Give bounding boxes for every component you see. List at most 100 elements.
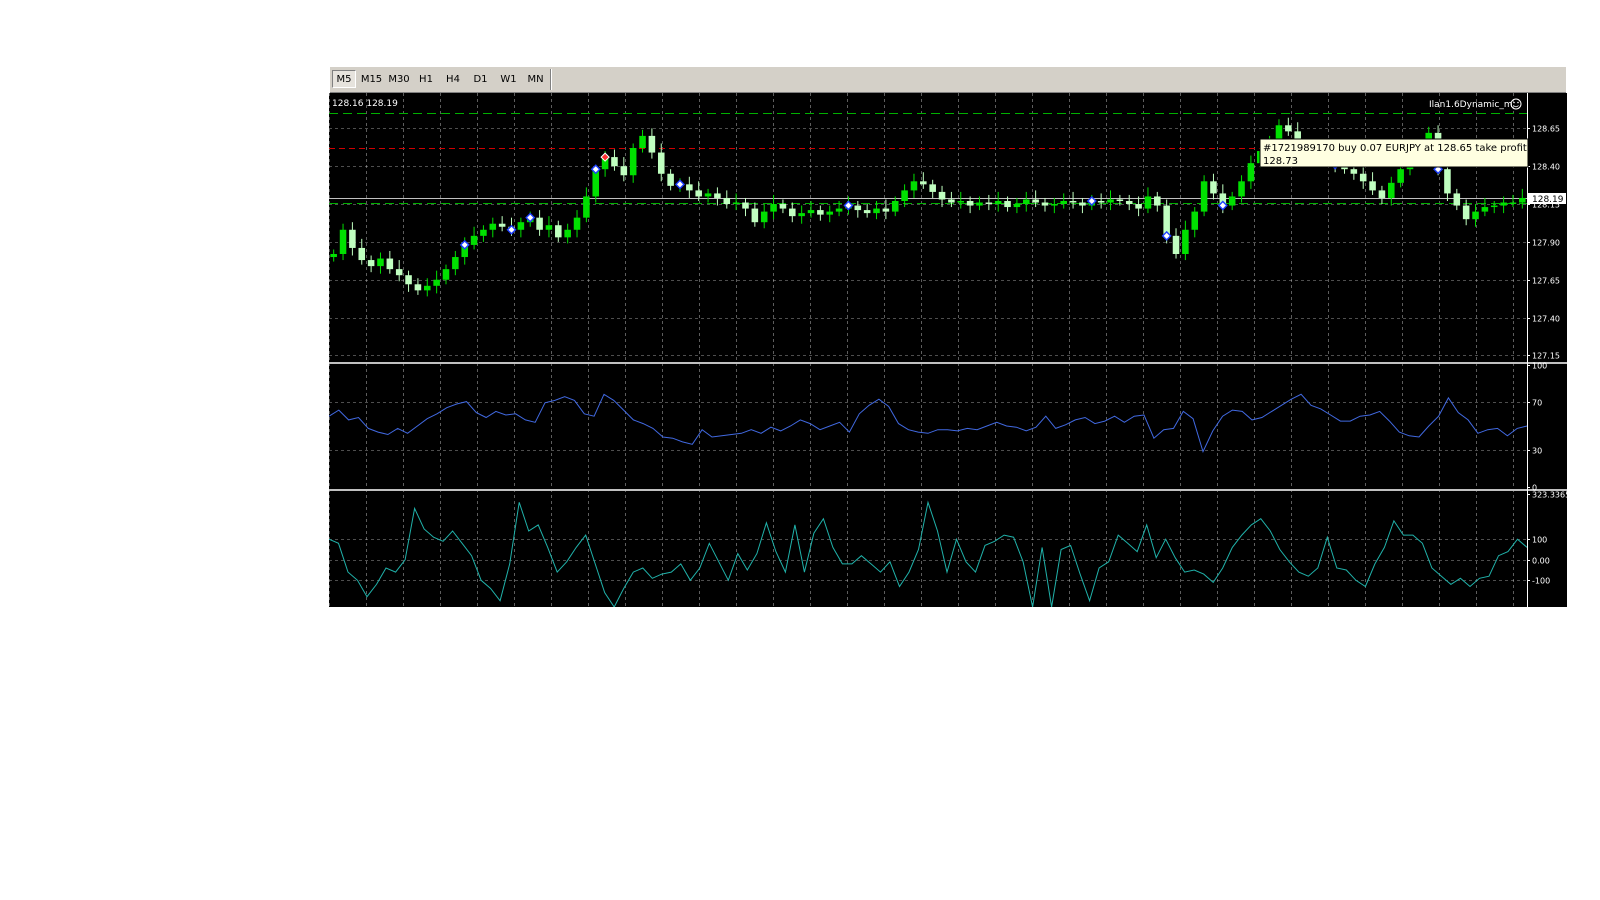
candle-body	[1107, 199, 1114, 203]
panel-separator	[329, 362, 1567, 364]
candle-body	[929, 184, 936, 192]
candle-body	[1069, 201, 1077, 203]
candle-body	[545, 225, 553, 230]
candle-body	[377, 258, 384, 267]
candle-body	[826, 211, 834, 215]
timeframe-toolbar: M5 M15 M30 H1 H4 D1 W1 MN	[330, 66, 1566, 93]
candle-body	[648, 135, 656, 153]
candle-body	[966, 201, 974, 206]
candle-body	[686, 184, 693, 191]
trade-arrow-icon	[674, 179, 685, 190]
candle-body	[564, 229, 571, 238]
rsi-tick-label: 30	[1532, 447, 1542, 456]
candle-body	[779, 204, 787, 209]
candle-body	[957, 201, 965, 203]
expert-name-label: Ilan1.6Dynamic_m	[1429, 100, 1513, 110]
candle-body	[938, 191, 946, 200]
trade-tooltip: #1721989170 buy 0.07 EURJPY at 128.65 ta…	[1259, 138, 1578, 168]
candle-body	[732, 202, 740, 205]
candle-body	[330, 254, 337, 258]
candle-body	[414, 284, 422, 291]
candle-body	[976, 202, 983, 206]
candle-body	[1462, 205, 1470, 220]
candle-body	[1022, 199, 1030, 205]
candle-body	[751, 208, 759, 223]
candle-body	[1079, 202, 1086, 206]
candle-body	[1509, 202, 1517, 205]
tf-button-m5[interactable]: M5	[332, 70, 356, 88]
candle-body	[583, 196, 590, 218]
candle-body	[994, 201, 1002, 205]
tf-button-m30[interactable]: M30	[386, 70, 412, 88]
candle-body	[339, 229, 347, 254]
price-tick-label: 127.90	[1532, 239, 1560, 248]
candle-body	[1191, 211, 1199, 230]
candle-body	[948, 199, 955, 203]
candle-body	[1051, 204, 1058, 206]
candle-body	[358, 247, 366, 261]
candle-body	[536, 217, 543, 230]
candle-body	[1481, 207, 1489, 212]
tf-button-m15[interactable]: M15	[359, 70, 384, 88]
chart-canvas[interactable]: 128.65128.40128.15127.90127.65127.40127.…	[328, 93, 1578, 608]
candle-body	[1378, 190, 1386, 198]
candle-body	[920, 181, 927, 185]
candle-body	[835, 208, 843, 212]
candle-body	[573, 217, 581, 230]
candle-body	[760, 211, 768, 223]
candle-body	[723, 197, 731, 205]
price-tick-label: 127.65	[1532, 277, 1560, 286]
tf-button-mn[interactable]: MN	[523, 70, 548, 88]
candle-body	[1388, 182, 1395, 198]
cci-tick-label: -100	[1532, 577, 1550, 586]
candle-body	[470, 235, 478, 245]
candle-body	[1444, 169, 1451, 194]
candle-body	[901, 190, 908, 201]
tf-button-w1[interactable]: W1	[496, 70, 521, 88]
candle-body	[667, 173, 674, 186]
rsi-tick-label: 100	[1532, 362, 1547, 371]
candle-body	[1519, 197, 1526, 203]
candle-body	[452, 257, 459, 270]
candle-body	[629, 148, 637, 176]
candle-body	[1097, 201, 1105, 203]
chart-window[interactable]: 128.65 128.40 128.15 127.90 127.65 127.40 127.…	[328, 93, 1578, 608]
candle-body	[1041, 202, 1049, 206]
candle-body	[1500, 202, 1507, 206]
candle-body	[985, 202, 993, 205]
candle-body	[480, 229, 487, 236]
candle-body	[695, 190, 702, 197]
candle-body	[910, 181, 918, 191]
price-tick-label: 128.65	[1532, 125, 1560, 134]
tf-button-h4[interactable]: H4	[441, 70, 465, 88]
candle-body	[489, 223, 497, 230]
candle-body	[789, 208, 796, 217]
candle-body	[1182, 229, 1189, 254]
trade-tooltip-line1: #1721989170 buy 0.07 EURJPY at 128.65 ta…	[1263, 143, 1567, 154]
candle-body	[1472, 211, 1479, 220]
candle-body	[873, 208, 880, 214]
candle-body	[1135, 204, 1142, 209]
candle-body	[405, 275, 412, 285]
candle-body	[657, 152, 665, 174]
tf-button-d1[interactable]: D1	[468, 70, 493, 88]
candle-body	[1154, 196, 1161, 206]
cci-tick-label: 100	[1532, 536, 1547, 545]
tf-button-h1[interactable]: H1	[414, 70, 438, 88]
candle-body	[1228, 196, 1236, 206]
candle-body	[1144, 196, 1152, 209]
candle-body	[863, 210, 871, 214]
price-tick-label: 128.40	[1532, 163, 1560, 172]
candle-body	[555, 225, 562, 238]
candle-body	[742, 202, 749, 209]
candle-body	[498, 223, 506, 227]
candle-body	[349, 229, 356, 248]
candle-body	[639, 135, 646, 148]
cci-tick-label: 0.00	[1532, 557, 1550, 566]
candle-body	[882, 208, 890, 212]
candle-body	[386, 258, 394, 270]
candle-body	[433, 279, 440, 286]
candle-body	[798, 213, 805, 217]
candle-body	[1359, 173, 1367, 182]
candle-body	[1369, 181, 1376, 191]
